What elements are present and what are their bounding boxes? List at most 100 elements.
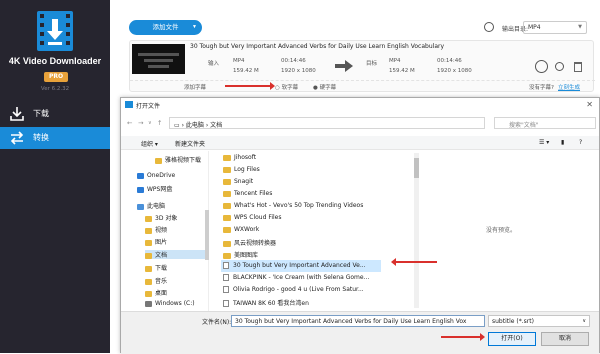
file-name: Jihosoft [234,154,257,161]
filename-input[interactable]: 30 Tough but Very Important Advanced Ver… [231,315,485,327]
folder-icon [145,215,152,222]
task-settings-icon[interactable] [555,62,564,71]
file-item[interactable]: 美图图库 [221,248,381,260]
annotation-arrow [391,258,437,266]
search-input[interactable]: 搜索"文档" [494,117,596,129]
file-name: BLACKPINK - 'Ice Cream (with Selena Gome… [233,274,370,281]
file-item[interactable]: Tencent Files [221,188,381,200]
file-type-select[interactable]: subtitle (*.srt) ∨ [488,315,590,327]
output-format: MP4 [389,58,401,64]
tree-item[interactable]: 图片 [145,237,167,246]
file-item[interactable]: TAIWAN 8K 60 看我台湾en [221,296,381,308]
tree-item-label: 视频 [155,227,168,234]
task-card: 30 Tough but Very Important Advanced Ver… [129,40,595,92]
tree-item[interactable]: 此电脑 [137,201,165,210]
trash-icon[interactable] [574,62,582,72]
tree-item[interactable]: 桌面 [145,288,167,297]
help-icon[interactable]: ? [579,139,582,146]
tree-item[interactable]: Windows (C:) [145,300,195,307]
cancel-button[interactable]: 取消 [541,332,589,346]
soft-subtitle-radio[interactable]: ○ 软字幕 [275,83,298,91]
settings-gear-icon[interactable] [484,22,494,32]
generate-now-link[interactable]: 立刻生成 [558,83,580,91]
breadcrumb-item[interactable]: 此电脑 [186,122,204,129]
preview-pane: 没有预览。 [421,151,599,311]
no-subtitle-text: 没有字幕? [529,85,554,91]
tree-item-label: 图片 [155,239,168,246]
nav-tree: 雅格视频下载 OneDrive WPS网盘此电脑 3D 对象视频图片文档下载音乐桌面 W… [121,151,209,311]
tree-item-label: 音乐 [155,278,168,285]
tree-item[interactable]: 雅格视频下载 [155,155,201,164]
tree-item[interactable]: 音乐 [145,276,167,285]
file-name: TAIWAN 8K 60 看我台湾en [233,300,309,307]
back-icon[interactable]: ← [127,119,132,127]
arrow-right-icon [335,60,353,72]
convert-start-icon[interactable] [535,60,548,73]
dialog-app-icon [125,101,133,108]
video-file-icon [223,262,229,269]
input-duration: 00:14:46 [281,58,306,64]
filename-label: 文件名(N): [202,319,232,326]
file-item[interactable]: 风云视频转换器 [221,236,381,248]
tree-item-label: OneDrive [147,172,176,179]
tree-item[interactable]: 下载 [145,263,167,272]
layout-icon[interactable]: ▮ [561,139,564,146]
folder-icon [145,290,152,297]
folder-icon [145,278,152,285]
close-icon[interactable]: ✕ [586,100,593,109]
file-item[interactable]: BLACKPINK - 'Ice Cream (with Selena Gome… [221,272,381,284]
tree-scrollbar[interactable] [205,210,209,260]
chevron-down-icon: ∨ [582,318,586,324]
breadcrumb[interactable]: ▭ › 此电脑 › 文档 [169,117,485,129]
file-item[interactable]: Jihosoft [221,152,381,164]
sidebar: 4K Video Downloader PRO Ver 6.2.32 下载 转换 [0,0,110,353]
organize-menu[interactable]: 组织 ▾ [141,139,158,148]
folder-icon [223,178,231,185]
view-options-icon[interactable]: ☰ ▾ [539,139,549,146]
tree-item[interactable]: 视频 [145,225,167,234]
file-item[interactable]: WXWork [221,224,381,236]
sidebar-item-download[interactable]: 下载 [0,103,110,125]
new-folder-button[interactable]: 新建文件夹 [175,139,205,148]
file-item[interactable]: WPS Cloud Files [221,212,381,224]
chevron-down-icon: ▼ [192,24,197,30]
file-list: Jihosoft Log Files Snagit Tencent Files What… [221,151,416,311]
file-item[interactable]: 30 Tough but Very Important Advanced Ve.… [221,260,381,272]
file-list-scrollbar[interactable] [414,153,419,308]
tree-item[interactable]: 3D 对象 [145,213,177,222]
tree-item[interactable]: OneDrive [137,172,175,179]
file-item[interactable]: What's Hot - Vevo's 50 Top Trending Vide… [221,200,381,212]
sidebar-item-convert[interactable]: 转换 [0,127,110,149]
target-label: 目标 [366,61,378,67]
folder-icon [223,202,231,209]
up-icon[interactable]: ↑ [157,119,162,127]
add-subtitle-button[interactable]: 添加字幕 [184,83,206,91]
file-item[interactable]: Olivia Rodrigo - good 4 u (Live From Sat… [221,284,381,296]
tree-item[interactable]: WPS网盘 [137,184,172,193]
forward-icon[interactable]: → [138,119,143,127]
tree-item-label: 雅格视频下载 [165,157,202,164]
add-file-label: 添加文件 [152,24,179,31]
tree-item-label: 下载 [155,265,168,272]
open-button[interactable]: 打开(O) [488,332,536,346]
file-name: 美图图库 [234,252,259,259]
file-name: WXWork [234,226,260,233]
dialog-bottom: 文件名(N): 30 Tough but Very Important Adva… [121,311,599,354]
file-item[interactable]: Snagit [221,176,381,188]
no-preview-text: 没有预览。 [486,227,517,234]
output-format-select[interactable]: MP4 ▼ [523,21,587,34]
folder-icon [223,166,231,173]
hard-subtitle-radio[interactable]: ● 硬字幕 [313,83,336,91]
video-file-icon [223,286,229,293]
folder-icon [223,252,231,259]
tree-item-label: Windows (C:) [155,300,195,307]
tree-item-label: 文档 [155,252,168,259]
breadcrumb-item[interactable]: 文档 [210,122,222,129]
chevron-down-icon[interactable]: ∨ [148,120,152,126]
file-item[interactable]: Log Files [221,164,381,176]
file-name: What's Hot - Vevo's 50 Top Trending Vide… [234,202,364,209]
app-logo-icon [37,11,73,51]
tree-item[interactable]: 文档 [145,250,205,259]
add-file-button[interactable]: 添加文件 ▼ [129,20,202,35]
tree-item-label: 桌面 [155,290,168,297]
